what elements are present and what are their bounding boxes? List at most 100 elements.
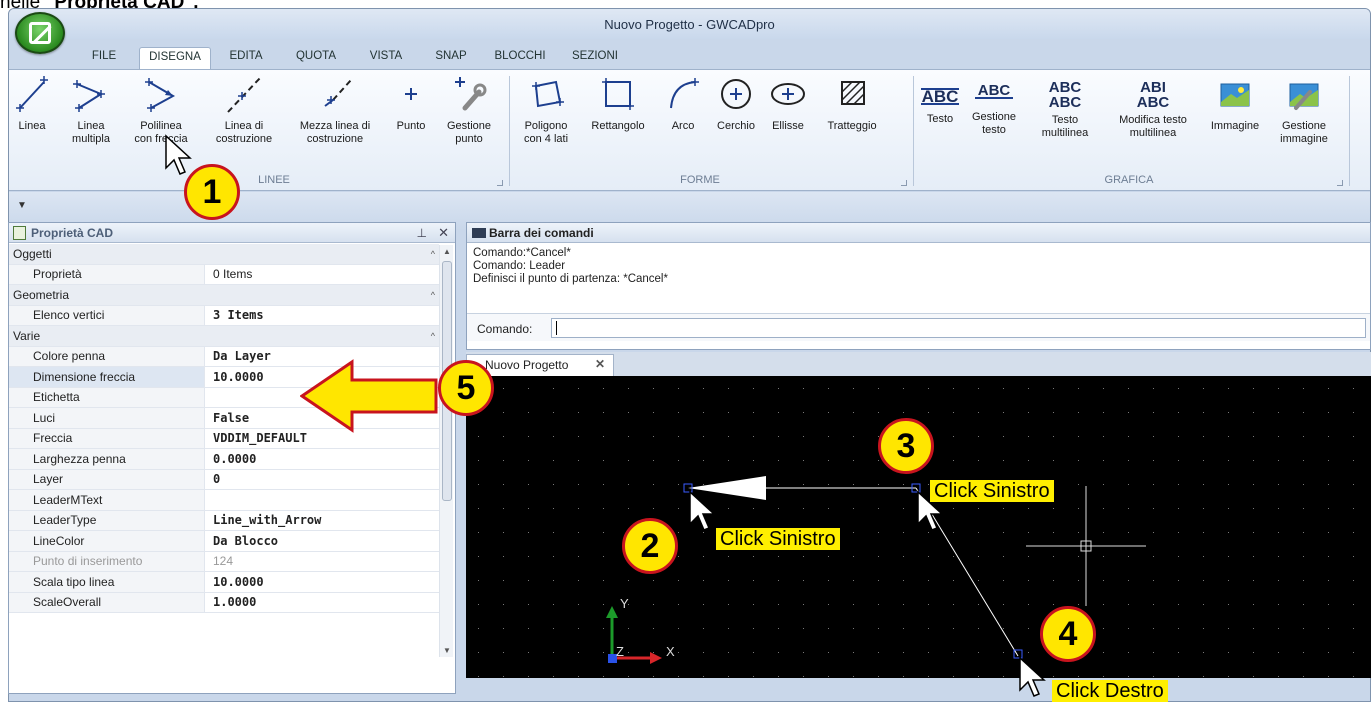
modifica-testo-button[interactable]: ABI ABC Modifica testo multilinea — [1109, 74, 1197, 140]
property-row[interactable]: Proprietà 0 Items — [9, 264, 439, 285]
property-category[interactable]: Varie ^ — [9, 326, 439, 347]
group-grafica-launcher-icon[interactable] — [1337, 180, 1343, 186]
property-row[interactable]: LeaderMText — [9, 490, 439, 511]
property-value[interactable]: 10.0000 — [205, 370, 264, 384]
text-caret — [556, 321, 557, 335]
mezza-linea-label1: Mezza linea di — [299, 120, 371, 132]
collapse-icon[interactable]: ^ — [431, 249, 435, 259]
arco-button[interactable]: Arco — [663, 74, 703, 133]
property-value[interactable]: 10.0000 — [205, 575, 264, 589]
tab-quota[interactable]: QUOTA — [281, 47, 351, 69]
property-name: Scala tipo linea — [9, 572, 205, 592]
group-forme-launcher-icon[interactable] — [901, 180, 907, 186]
poligono-button[interactable]: Poligono con 4 lati — [515, 74, 577, 146]
arc-icon — [670, 78, 699, 109]
group-label-grafica: GRAFICA — [1104, 174, 1154, 186]
testo-multilinea-button[interactable]: ABC ABC Testo multilinea — [1035, 74, 1095, 140]
properties-header: Proprietà CAD ⊥ ✕ — [9, 223, 455, 243]
command-input[interactable] — [551, 318, 1366, 338]
command-line: Comando:*Cancel* — [473, 247, 571, 259]
scroll-up-icon[interactable]: ▲ — [443, 247, 451, 256]
gestione-punto-button[interactable]: Gestione punto — [439, 74, 499, 146]
category-label: Oggetti — [13, 246, 52, 261]
rettangolo-button[interactable]: Rettangolo — [585, 74, 651, 133]
punto-button[interactable]: Punto — [391, 74, 431, 133]
property-row[interactable]: ScaleOverall 1.0000 — [9, 592, 439, 613]
property-name: LeaderMText — [9, 490, 205, 510]
cerchio-button[interactable]: Cerchio — [711, 74, 761, 133]
mouse-cursor-icon — [1019, 656, 1046, 697]
property-value[interactable]: Line_with_Arrow — [205, 513, 321, 527]
property-value[interactable]: False — [205, 411, 249, 425]
property-value[interactable]: 0.0000 — [205, 452, 256, 466]
properties-scrollbar[interactable]: ▲ ▼ — [439, 245, 453, 657]
group-label-forme: FORME — [680, 174, 720, 186]
text-icon: ABC — [921, 87, 959, 106]
tab-vista[interactable]: VISTA — [351, 47, 421, 69]
mtext-icon-line2: ABC — [1048, 94, 1082, 111]
property-row[interactable]: LeaderType Line_with_Arrow — [9, 510, 439, 531]
property-value[interactable]: 0 — [205, 472, 220, 486]
property-value[interactable]: 3 Items — [205, 308, 264, 322]
arco-label: Arco — [671, 120, 695, 132]
property-row[interactable]: LineColor Da Blocco — [9, 531, 439, 552]
close-icon[interactable]: ✕ — [438, 225, 449, 241]
property-name: Freccia — [9, 428, 205, 448]
poligono-label1: Poligono — [524, 120, 568, 132]
property-name: Larghezza penna — [9, 449, 205, 469]
tab-edita[interactable]: EDITA — [211, 47, 281, 69]
linea-label: Linea — [18, 120, 46, 132]
tratteggio-button[interactable]: Tratteggio — [817, 74, 887, 133]
tab-sezioni[interactable]: SEZIONI — [559, 47, 631, 69]
linea-costruzione-label2: costruzione — [215, 133, 273, 145]
property-row[interactable]: Elenco vertici 3 Items — [9, 305, 439, 326]
modifica-testo-label1: Modifica testo — [1119, 114, 1187, 126]
mezza-linea-button[interactable]: Mezza linea di costruzione — [287, 74, 383, 146]
linea-button[interactable]: Linea — [11, 74, 53, 133]
tab-file[interactable]: FILE — [69, 47, 139, 69]
close-tab-icon[interactable]: ✕ — [595, 357, 605, 371]
tab-disegna[interactable]: DISEGNA — [139, 47, 211, 69]
linea-costruzione-button[interactable]: Linea di costruzione — [209, 74, 279, 146]
property-value[interactable]: 1.0000 — [205, 595, 256, 609]
property-value[interactable]: Da Layer — [205, 349, 271, 363]
collapse-icon[interactable]: ^ — [431, 331, 435, 341]
modifica-testo-label2: multilinea — [1129, 127, 1177, 139]
qat-dropdown-icon[interactable]: ▼ — [17, 200, 27, 211]
ray-icon — [324, 79, 352, 107]
app-menu-button[interactable] — [15, 12, 65, 54]
scroll-down-icon[interactable]: ▼ — [443, 646, 451, 655]
property-row[interactable]: Layer 0 — [9, 469, 439, 490]
ellisse-button[interactable]: Ellisse — [765, 74, 811, 133]
pin-icon[interactable]: ⊥ — [417, 226, 427, 240]
category-label: Varie — [13, 328, 41, 343]
testo-button[interactable]: ABC Testo — [919, 74, 961, 126]
property-name: Layer — [9, 469, 205, 489]
collapse-icon[interactable]: ^ — [431, 290, 435, 300]
gestione-testo-button[interactable]: ABC Gestione testo — [967, 74, 1021, 137]
testo-multilinea-label1: Testo — [1051, 114, 1079, 126]
property-value[interactable]: 124 — [205, 554, 233, 568]
command-header: Barra dei comandi — [467, 223, 1370, 243]
gestione-immagine-button[interactable]: Gestione immagine — [1271, 74, 1337, 146]
tab-blocchi[interactable]: BLOCCHI — [481, 47, 559, 69]
property-category[interactable]: Oggetti ^ — [9, 244, 439, 265]
linea-multipla-button[interactable]: Linea multipla — [65, 74, 117, 146]
property-row[interactable]: Punto di inserimento 124 — [9, 551, 439, 572]
property-value[interactable]: Da Blocco — [205, 534, 278, 548]
property-category[interactable]: Geometria ^ — [9, 285, 439, 306]
immagine-button[interactable]: Immagine — [1205, 74, 1265, 133]
tab-snap[interactable]: SNAP — [421, 47, 481, 69]
tratteggio-label: Tratteggio — [827, 120, 877, 132]
property-row[interactable]: Larghezza penna 0.0000 — [9, 449, 439, 470]
mouse-cursor-icon — [689, 490, 716, 531]
group-separator — [1349, 76, 1350, 186]
property-value[interactable]: 0 Items — [205, 267, 252, 281]
command-input-row: Comando: — [467, 313, 1370, 341]
group-linee-launcher-icon[interactable] — [497, 180, 503, 186]
property-row[interactable]: Scala tipo linea 10.0000 — [9, 572, 439, 593]
property-value[interactable]: VDDIM_DEFAULT — [205, 431, 307, 445]
rectangle-icon — [602, 78, 634, 110]
axis-x-label: X — [666, 644, 675, 659]
ellisse-label: Ellisse — [772, 120, 804, 132]
